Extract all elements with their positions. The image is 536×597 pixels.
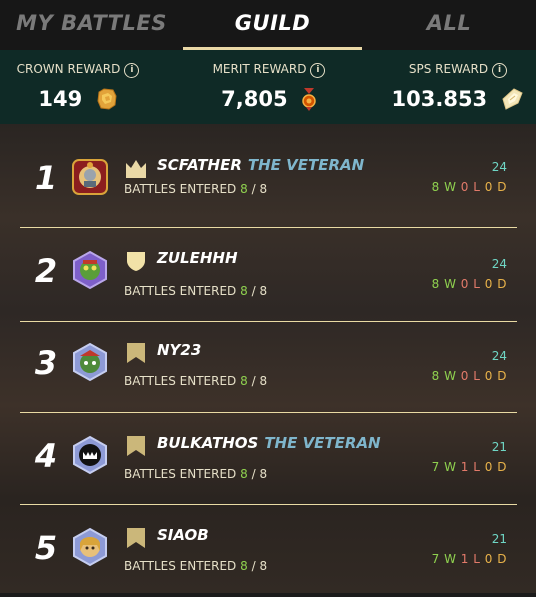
shield-icon [127,252,145,271]
rank-number: 1 [34,159,58,197]
info-icon[interactable]: i [310,63,326,78]
win-loss-draw: 7 W 1 L 0 D [431,552,507,566]
avatar [72,159,108,195]
sps-reward-label: SPS REWARD i [380,62,536,78]
crown-reward-value: 149 [0,86,156,111]
player-name[interactable]: BULKATHOS THE VETERAN [157,434,381,452]
win-loss-draw: 8 W 0 L 0 D [431,277,507,291]
avatar [73,250,107,290]
avatar [73,342,107,382]
crown-reward: CROWN REWARD i 149 [0,50,156,124]
player-name[interactable]: SCFATHER THE VETERAN [157,156,364,174]
battles-entered: BATTLES ENTERED 8 / 8 [124,182,268,196]
merit-medal-icon [302,88,316,111]
banner-icon [127,436,145,456]
crown-token-icon [97,88,117,110]
tab-all[interactable]: ALL [362,0,536,50]
win-loss-draw: 8 W 0 L 0 D [431,180,507,194]
guild-leaderboard: 1 SCFATHER THE VETERAN BATTLES ENTERED 8 … [0,124,536,593]
score: 21 [491,532,507,546]
score: 24 [491,160,507,174]
player-name[interactable]: ZULEHHH [157,249,244,267]
avatar [73,435,107,475]
win-loss-draw: 7 W 1 L 0 D [431,460,507,474]
info-icon[interactable]: i [124,63,140,78]
battles-entered: BATTLES ENTERED 8 / 8 [124,284,268,298]
info-icon[interactable]: i [492,63,508,78]
merit-reward-value: 7,805 [183,86,355,111]
score: 24 [491,349,507,363]
player-name[interactable]: NY23 [157,341,207,359]
battles-entered: BATTLES ENTERED 8 / 8 [124,467,268,481]
leaderboard-row[interactable]: 5 SIAOB BATTLES ENTERED 8 / 8 21 7 W 1 L… [20,505,517,597]
crown-icon [126,160,146,178]
battles-entered: BATTLES ENTERED 8 / 8 [124,559,268,573]
tab-my-battles[interactable]: MY BATTLES [0,0,183,50]
battle-tabs: MY BATTLES GUILD ALL [0,0,536,50]
banner-icon [127,343,145,363]
banner-icon [127,528,145,548]
rank-number: 4 [34,437,58,475]
player-title: THE VETERAN [264,434,381,452]
avatar [73,527,107,567]
rewards-bar: CROWN REWARDi 149 MERIT REWARDi 7,805 [0,50,536,124]
crown-reward-label: CROWN REWARD i [0,62,156,78]
battles-entered: BATTLES ENTERED 8 / 8 [124,374,268,388]
leaderboard-row[interactable]: 1 SCFATHER THE VETERAN BATTLES ENTERED 8 … [20,135,517,227]
rank-number: 3 [34,344,58,382]
rank-number: 2 [34,252,58,290]
merit-reward: MERIT REWARD i 7,805 [183,50,355,124]
tab-guild[interactable]: GUILD [183,0,362,50]
leaderboard-row[interactable]: 4 BULKATHOS THE VETERAN BATTLES ENTERED 8… [20,413,517,505]
sps-reward-value: 103.853 [380,86,536,111]
win-loss-draw: 8 W 0 L 0 D [431,369,507,383]
player-name[interactable]: SIAOB [157,526,215,544]
sps-reward: SPS REWARD i 103.853 [380,50,536,124]
leaderboard-row[interactable]: 2 ZULEHHH BATTLES ENTERED 8 / 8 24 8 W 0… [20,228,517,320]
player-title: THE VETERAN [247,156,365,174]
score: 24 [491,257,507,271]
score: 21 [491,440,507,454]
rank-number: 5 [34,529,58,567]
merit-reward-label: MERIT REWARD i [183,62,355,78]
sps-shard-icon [502,88,524,110]
leaderboard-row[interactable]: 3 NY23 BATTLES ENTERED 8 / 8 24 8 W 0 L … [20,320,517,412]
